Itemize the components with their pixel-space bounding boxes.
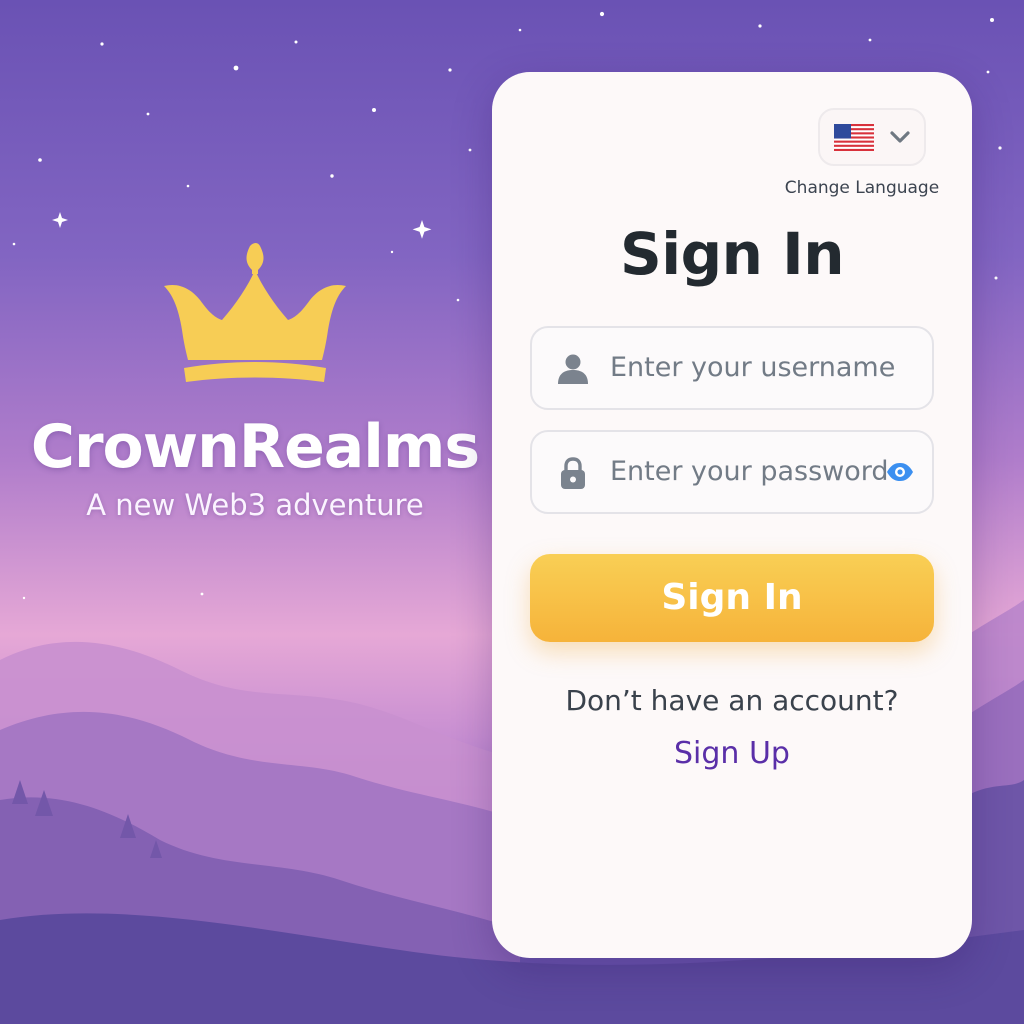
password-placeholder: Enter your password bbox=[610, 456, 889, 487]
change-language-label: Change Language bbox=[784, 178, 940, 198]
brand-panel: CrownRealms A new Web3 adventure bbox=[0, 240, 510, 522]
no-account-text: Don’t have an account? bbox=[565, 684, 899, 717]
signin-card: Change Language Sign In Enter your usern… bbox=[492, 72, 972, 958]
signup-link[interactable]: Sign Up bbox=[492, 736, 972, 771]
us-flag-icon bbox=[834, 124, 874, 151]
signin-button[interactable]: Sign In bbox=[530, 554, 934, 642]
password-field[interactable]: Enter your password bbox=[530, 430, 934, 514]
username-field[interactable]: Enter your username bbox=[530, 326, 934, 410]
username-placeholder: Enter your username bbox=[610, 352, 896, 383]
lock-icon bbox=[561, 457, 585, 489]
chevron-down-icon bbox=[890, 131, 910, 143]
page-title: Sign In bbox=[619, 220, 845, 288]
user-icon bbox=[558, 354, 588, 384]
brand-tagline: A new Web3 adventure bbox=[86, 488, 424, 522]
language-selector-button[interactable] bbox=[818, 108, 926, 166]
crown-icon bbox=[164, 243, 346, 382]
brand-name: CrownRealms bbox=[30, 412, 480, 482]
eye-icon[interactable] bbox=[886, 462, 914, 482]
